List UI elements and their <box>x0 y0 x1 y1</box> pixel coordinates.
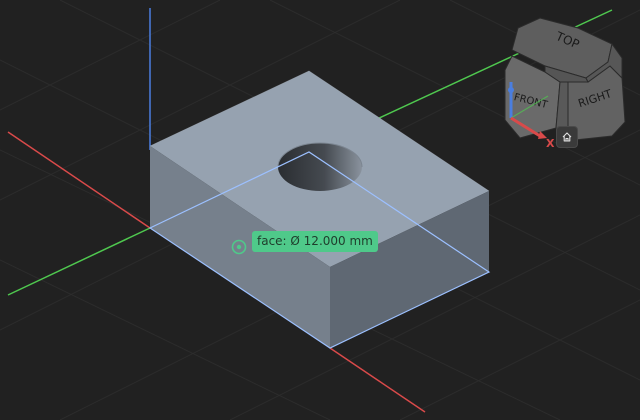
cad-viewport[interactable]: TOP FRONT RIGHT X face: Ø 12.000 mm <box>0 0 640 420</box>
triad-z-tip <box>508 87 514 93</box>
part-block[interactable] <box>149 70 490 348</box>
x-axis-line-front <box>329 347 426 413</box>
home-icon <box>562 132 572 142</box>
y-axis-line <box>7 227 151 296</box>
triad-x-label: X <box>546 137 555 150</box>
x-axis-line <box>7 131 151 229</box>
3d-scene[interactable]: TOP FRONT RIGHT X <box>0 0 640 420</box>
view-home-button[interactable] <box>556 126 578 148</box>
measurement-label: face: Ø 12.000 mm <box>252 231 378 252</box>
